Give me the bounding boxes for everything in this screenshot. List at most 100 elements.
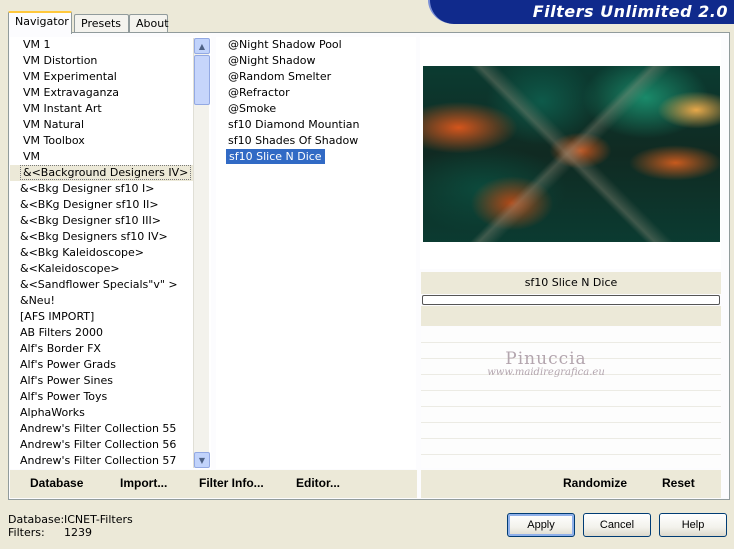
category-items: VM 1 VM Distortion VM Experimental VM Extra… [10, 37, 211, 469]
parameter-sliders [421, 327, 721, 468]
category-item[interactable]: &<Bkg Designer sf10 I> [10, 181, 211, 197]
category-item[interactable]: Alf's Power Sines [10, 373, 211, 389]
randomize-button[interactable]: Randomize [563, 476, 627, 490]
filter-item[interactable]: @Smoke [216, 101, 416, 117]
category-item-label: &Neu! [20, 294, 55, 307]
category-item-label: &<Kaleidoscope> [20, 262, 120, 275]
category-item-label: VM Extravaganza [23, 86, 120, 99]
category-item-label: Alf's Power Sines [20, 374, 113, 387]
tab-navigator[interactable]: Navigator [8, 11, 72, 34]
category-item[interactable]: &Neu! [10, 293, 211, 309]
category-list[interactable]: VM 1 VM Distortion VM Experimental VM Extra… [10, 37, 211, 469]
category-item[interactable]: VM [10, 149, 211, 165]
filter-item-label: sf10 Shades Of Shadow [228, 134, 359, 147]
filter-item[interactable]: sf10 Shades Of Shadow [216, 133, 416, 149]
tab-presets[interactable]: Presets [74, 14, 129, 33]
category-item-label: VM Instant Art [23, 102, 102, 115]
category-item[interactable]: Andrew's Filter Collection 57 [10, 453, 211, 469]
category-item[interactable]: VM Extravaganza [10, 85, 211, 101]
category-item[interactable]: &<Bkg Designer sf10 III> [10, 213, 211, 229]
category-item[interactable]: [AFS IMPORT] [10, 309, 211, 325]
preview-image [423, 66, 720, 242]
category-item[interactable]: Andrew's Filter Collection 55 [10, 421, 211, 437]
editor-button[interactable]: Editor... [296, 476, 340, 490]
database-label: Database: [8, 513, 65, 526]
category-item[interactable]: AlphaWorks [10, 405, 211, 421]
filter-item[interactable]: @Night Shadow Pool [216, 37, 416, 53]
left-toolbar: Database Import... Filter Info... Editor… [10, 470, 417, 498]
preview-filter-name: sf10 Slice N Dice [421, 272, 721, 294]
filter-item[interactable]: @Night Shadow [216, 53, 416, 69]
scroll-up-button[interactable]: ▲ [194, 38, 210, 54]
app-title: Filters Unlimited 2.0 [532, 2, 728, 21]
import-button[interactable]: Import... [120, 476, 167, 490]
filter-item-label: @Night Shadow [228, 54, 316, 67]
filter-items: @Night Shadow Pool @Night Shadow @Random S… [216, 37, 416, 165]
category-item-label: Alf's Border FX [20, 342, 101, 355]
reset-button[interactable]: Reset [662, 476, 695, 490]
category-item-label: &<Background Designers IV> [20, 165, 192, 180]
filter-item[interactable]: @Refractor [216, 85, 416, 101]
category-item[interactable]: Alf's Power Grads [10, 357, 211, 373]
filters-label: Filters: [8, 526, 45, 539]
category-item-label: &<Bkg Designers sf10 IV> [20, 230, 168, 243]
category-item[interactable]: VM Natural [10, 117, 211, 133]
filter-item[interactable]: sf10 Slice N Dice [216, 149, 416, 165]
scroll-thumb[interactable] [194, 55, 210, 105]
category-item-label: VM Experimental [23, 70, 117, 83]
apply-button[interactable]: Apply [507, 513, 575, 537]
database-value: ICNET-Filters [64, 513, 133, 526]
category-item-label: &<Bkg Designer sf10 III> [20, 214, 162, 227]
filter-item[interactable]: @Random Smelter [216, 69, 416, 85]
category-item[interactable]: &<Kaleidoscope> [10, 261, 211, 277]
category-item-label: VM 1 [23, 38, 51, 51]
category-item[interactable]: VM Instant Art [10, 101, 211, 117]
category-item-label: VM Distortion [23, 54, 98, 67]
category-item[interactable]: &<Bkg Designers sf10 IV> [10, 229, 211, 245]
database-info: Database:ICNET-Filters Filters: 1239 [8, 513, 133, 539]
filter-info-button[interactable]: Filter Info... [199, 476, 264, 490]
category-item-label: Andrew's Filter Collection 56 [20, 438, 177, 451]
category-item-label: &<Sandflower Specials"v" > [20, 278, 178, 291]
category-item[interactable]: AB Filters 2000 [10, 325, 211, 341]
category-item[interactable]: VM Experimental [10, 69, 211, 85]
chevron-up-icon: ▲ [198, 41, 206, 51]
tab-about[interactable]: About [129, 14, 169, 33]
filter-item[interactable]: sf10 Diamond Mountian [216, 117, 416, 133]
category-item-label: Alf's Power Grads [20, 358, 116, 371]
filter-list[interactable]: @Night Shadow Pool @Night Shadow @Random S… [216, 37, 416, 469]
cancel-button[interactable]: Cancel [583, 513, 651, 537]
category-item-label: AB Filters 2000 [20, 326, 104, 339]
category-item-label: AlphaWorks [20, 406, 85, 419]
category-item-label: VM Toolbox [23, 134, 85, 147]
chevron-down-icon: ▼ [198, 455, 206, 465]
filter-item-label: @Random Smelter [228, 70, 332, 83]
progress-bar [422, 295, 720, 305]
category-item-label: &<Bkg Kaleidoscope> [20, 246, 145, 259]
category-item[interactable]: VM Distortion [10, 53, 211, 69]
category-item[interactable]: &<Bkg Kaleidoscope> [10, 245, 211, 261]
help-button[interactable]: Help [659, 513, 727, 537]
category-item[interactable]: Alf's Power Toys [10, 389, 211, 405]
category-item[interactable]: VM 1 [10, 37, 211, 53]
title-banner: Filters Unlimited 2.0 [428, 0, 734, 24]
category-item-label: Alf's Power Toys [20, 390, 108, 403]
category-item-label: [AFS IMPORT] [20, 310, 95, 323]
filters-count: 1239 [64, 526, 92, 539]
category-item-label: &<Bkg Designer sf10 I> [20, 182, 155, 195]
category-scrollbar[interactable]: ▲ ▼ [193, 38, 210, 468]
category-item[interactable]: &<Background Designers IV> [10, 165, 196, 181]
category-item[interactable]: VM Toolbox [10, 133, 211, 149]
filter-item-label: sf10 Slice N Dice [226, 149, 325, 164]
category-item-label: VM [23, 150, 41, 163]
scroll-down-button[interactable]: ▼ [194, 452, 210, 468]
category-item-label: Andrew's Filter Collection 55 [20, 422, 177, 435]
category-item[interactable]: &<Sandflower Specials"v" > [10, 277, 211, 293]
right-toolbar: Randomize Reset [421, 470, 721, 498]
category-item-label: Andrew's Filter Collection 57 [20, 454, 177, 467]
database-button[interactable]: Database [30, 476, 83, 490]
filter-item-label: sf10 Diamond Mountian [228, 118, 360, 131]
category-item[interactable]: &<BKg Designer sf10 II> [10, 197, 211, 213]
category-item[interactable]: Andrew's Filter Collection 56 [10, 437, 211, 453]
category-item[interactable]: Alf's Border FX [10, 341, 211, 357]
